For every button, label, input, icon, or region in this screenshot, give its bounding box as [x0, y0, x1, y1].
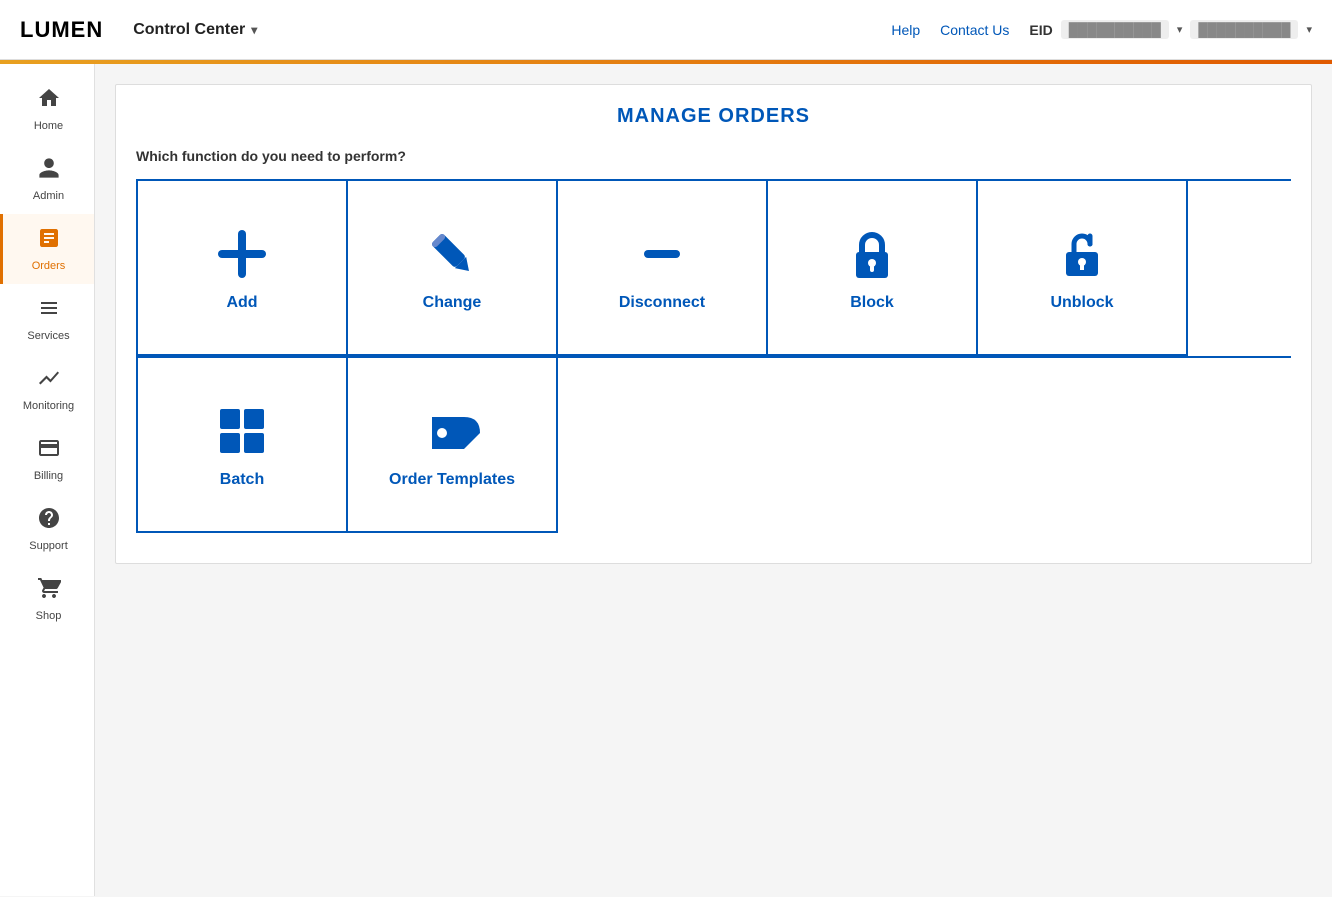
change-tile[interactable]: Change — [348, 181, 558, 356]
change-label: Change — [423, 294, 482, 312]
order-templates-tile[interactable]: Order Templates — [348, 358, 558, 533]
services-icon — [37, 296, 61, 326]
sidebar-item-admin[interactable]: Admin — [0, 144, 94, 214]
batch-tile[interactable]: Batch — [138, 358, 348, 533]
admin-icon — [37, 156, 61, 186]
sidebar-item-orders[interactable]: Orders — [0, 214, 94, 284]
disconnect-label: Disconnect — [619, 294, 705, 312]
eid-label: EID — [1029, 22, 1052, 38]
user-value: ██████████ — [1190, 20, 1298, 39]
order-templates-icon — [422, 401, 482, 461]
sidebar-item-billing[interactable]: Billing — [0, 424, 94, 494]
unblock-icon — [1052, 224, 1112, 284]
sidebar-services-label: Services — [27, 330, 69, 342]
sidebar-item-services[interactable]: Services — [0, 284, 94, 354]
order-templates-label: Order Templates — [389, 471, 515, 489]
disconnect-icon — [632, 224, 692, 284]
control-center-dropdown[interactable]: Control Center ▾ — [133, 21, 257, 39]
header: LUM​EN Control Center ▾ Help Contact Us … — [0, 0, 1332, 60]
batch-icon — [212, 401, 272, 461]
unblock-label: Unblock — [1050, 294, 1113, 312]
function-prompt: Which function do you need to perform? — [136, 148, 1291, 164]
sidebar-item-support[interactable]: Support — [0, 494, 94, 564]
shop-icon — [37, 576, 61, 606]
eid-section: EID ██████████ ▾ ██████████ ▾ — [1029, 20, 1312, 39]
sidebar: Home Admin Orders Se — [0, 64, 95, 896]
help-link[interactable]: Help — [891, 22, 920, 38]
logo: LUM​EN — [20, 17, 103, 43]
eid-chevron-icon[interactable]: ▾ — [1177, 23, 1183, 36]
orders-icon — [37, 226, 61, 256]
billing-icon — [37, 436, 61, 466]
block-icon — [842, 224, 902, 284]
tiles-row-2: Batch Order Templates — [136, 356, 1291, 533]
contact-us-link[interactable]: Contact Us — [940, 22, 1009, 38]
sidebar-home-label: Home — [34, 120, 63, 132]
page-title: MANAGE ORDERS — [136, 105, 1291, 128]
sidebar-monitoring-label: Monitoring — [23, 400, 74, 412]
sidebar-item-shop[interactable]: Shop — [0, 564, 94, 634]
sidebar-billing-label: Billing — [34, 470, 63, 482]
change-icon — [422, 224, 482, 284]
layout: Home Admin Orders Se — [0, 64, 1332, 896]
monitoring-icon — [37, 366, 61, 396]
disconnect-tile[interactable]: Disconnect — [558, 181, 768, 356]
control-center-label: Control Center — [133, 21, 245, 39]
add-label: Add — [226, 294, 257, 312]
header-right: Help Contact Us EID ██████████ ▾ ███████… — [891, 20, 1312, 39]
add-tile[interactable]: Add — [138, 181, 348, 356]
sidebar-support-label: Support — [29, 540, 68, 552]
sidebar-item-home[interactable]: Home — [0, 74, 94, 144]
tiles-grid: Add Change — [136, 179, 1291, 533]
add-icon — [212, 224, 272, 284]
block-tile[interactable]: Block — [768, 181, 978, 356]
sidebar-shop-label: Shop — [36, 610, 62, 622]
block-label: Block — [850, 294, 894, 312]
batch-label: Batch — [220, 471, 264, 489]
user-chevron-icon[interactable]: ▾ — [1306, 23, 1312, 36]
support-icon — [37, 506, 61, 536]
chevron-down-icon: ▾ — [251, 23, 257, 37]
content-card: MANAGE ORDERS Which function do you need… — [115, 84, 1312, 564]
sidebar-orders-label: Orders — [32, 260, 66, 272]
sidebar-item-monitoring[interactable]: Monitoring — [0, 354, 94, 424]
sidebar-admin-label: Admin — [33, 190, 64, 202]
main-content: MANAGE ORDERS Which function do you need… — [95, 64, 1332, 896]
home-icon — [37, 86, 61, 116]
eid-value: ██████████ — [1061, 20, 1169, 39]
unblock-tile[interactable]: Unblock — [978, 181, 1188, 356]
tiles-row-1: Add Change — [136, 179, 1291, 356]
